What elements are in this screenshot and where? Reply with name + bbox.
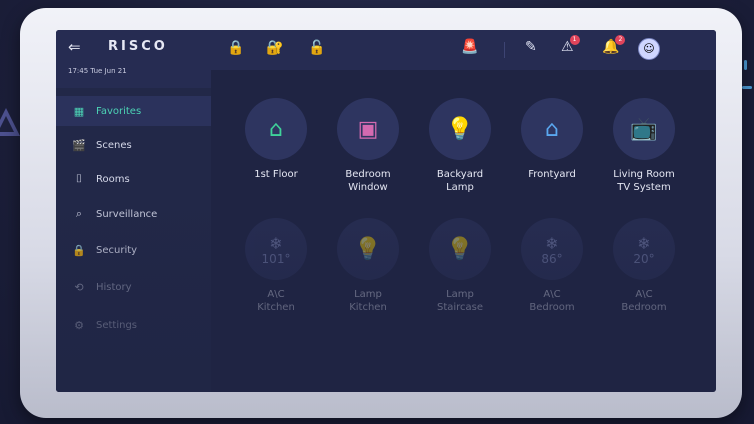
sidebar-item-label: Favorites [96,105,142,117]
sidebar-item-history[interactable]: ⟲ History [56,272,211,302]
notifications-badge: 2 [615,35,626,45]
sidebar-item-rooms[interactable]: ⌷ Rooms [56,164,211,194]
decorative-dash [744,60,747,70]
tile-label: A\C Bedroom [621,289,667,313]
clapperboard-icon: 🎬 [72,138,86,152]
decorative-triangle [0,108,20,136]
avatar-icon[interactable]: ☺ [638,38,660,60]
sidebar: ▦ Favorites 🎬 Scenes ⌷ Rooms ⌕ Surveilla… [56,88,211,392]
house-icon: ⌂ [521,98,583,160]
lightbulb-icon: 💡 [429,218,491,280]
sidebar-item-surveillance[interactable]: ⌕ Surveillance [56,199,211,229]
warning-icon[interactable]: ⚠ 1 [561,35,580,55]
sidebar-item-security[interactable]: 🔒 Security [56,235,211,265]
favorites-grid: ⌂ 1st Floor ▣ Bedroom Window 💡 Backyard … [211,70,716,392]
date-time: 17:45 Tue Jun 21 [68,67,127,75]
divider [504,42,505,58]
snowflake-sun-icon: ❄ [545,233,559,253]
sidebar-item-scenes[interactable]: 🎬 Scenes [56,130,211,160]
tile-label: A\C Kitchen [257,289,295,313]
tile-living-room-tv[interactable]: 📺 Living Room TV System [599,98,689,194]
tablet-frame: ⇐ RISCO 17:45 Tue Jun 21 🔒 🔐 🔓 🚨 ✎ ⚠ 1 🔔… [20,8,742,418]
window-icon: ▣ [337,98,399,160]
tv-icon: 📺 [613,98,675,160]
alerts-badge: 1 [569,35,580,45]
sidebar-item-label: History [96,281,132,293]
sidebar-item-label: Surveillance [96,208,158,220]
brand-area: ⇐ RISCO 17:45 Tue Jun 21 [56,30,211,88]
lock-icon: 🔒 [72,243,86,257]
tile-lamp-staircase[interactable]: 💡 Lamp Staircase [415,218,505,314]
grid-icon: ▦ [73,104,85,118]
tile-label: Lamp Staircase [436,289,484,313]
tile-label: A\C Bedroom [529,289,575,313]
tile-ac-bedroom[interactable]: ❄ 86° A\C Bedroom [507,218,597,314]
sidebar-item-settings[interactable]: ⚙ Settings [56,310,211,340]
tile-label: Lamp Kitchen [349,289,387,313]
tile-label: Living Room TV System [613,169,675,193]
tile-bedroom-window[interactable]: ▣ Bedroom Window [323,98,413,194]
sidebar-item-label: Rooms [96,173,130,185]
snowflake-sun-icon: ❄ [269,233,283,253]
house-person-icon: ⌂ [245,98,307,160]
sidebar-item-label: Security [96,244,138,256]
brand-logo: RISCO [108,39,168,54]
back-arrow-icon[interactable]: ⇐ [68,38,81,56]
tile-label: 1st Floor [254,169,298,180]
siren-icon[interactable]: 🚨 [461,39,478,55]
tablet-screen: ⇐ RISCO 17:45 Tue Jun 21 🔒 🔐 🔓 🚨 ✎ ⚠ 1 🔔… [56,30,716,392]
bell-icon[interactable]: 🔔 2 [602,35,626,55]
tile-ac-kitchen[interactable]: ❄ 101° A\C Kitchen [231,218,321,314]
tile-label: Backyard Lamp [436,169,484,193]
tile-lamp-kitchen[interactable]: 💡 Lamp Kitchen [323,218,413,314]
sidebar-item-favorites[interactable]: ▦ Favorites [56,96,211,126]
lock-red-partial-icon[interactable]: 🔐 [266,40,283,56]
temperature-readout: 101° [261,251,291,266]
temperature-readout: 20° [633,251,655,266]
tile-ac-bedroom-2[interactable]: ❄ 20° A\C Bedroom [599,218,689,314]
camera-icon: ⌕ [75,207,83,220]
pencil-icon[interactable]: ✎ [525,39,537,55]
sidebar-item-label: Settings [96,319,138,331]
decorative-dash [742,86,752,89]
tile-backyard-lamp[interactable]: 💡 Backyard Lamp [415,98,505,194]
snowflake-sun-icon: ❄ [637,233,651,253]
tile-label: Bedroom Window [345,169,391,193]
lightbulb-icon: 💡 [429,98,491,160]
top-bar: ⇐ RISCO 17:45 Tue Jun 21 🔒 🔐 🔓 🚨 ✎ ⚠ 1 🔔… [56,30,716,88]
lightbulb-icon: 💡 [337,218,399,280]
tile-label: Frontyard [528,169,576,180]
tile-1st-floor[interactable]: ⌂ 1st Floor [231,98,321,181]
door-icon: ⌷ [75,172,83,185]
lock-red-icon[interactable]: 🔒 [227,40,244,56]
history-icon: ⟲ [74,280,84,294]
tile-frontyard[interactable]: ⌂ Frontyard [507,98,597,181]
lock-green-icon[interactable]: 🔓 [308,40,325,56]
temperature-readout: 86° [541,251,563,266]
gear-icon: ⚙ [74,318,84,332]
sidebar-item-label: Scenes [96,139,132,151]
